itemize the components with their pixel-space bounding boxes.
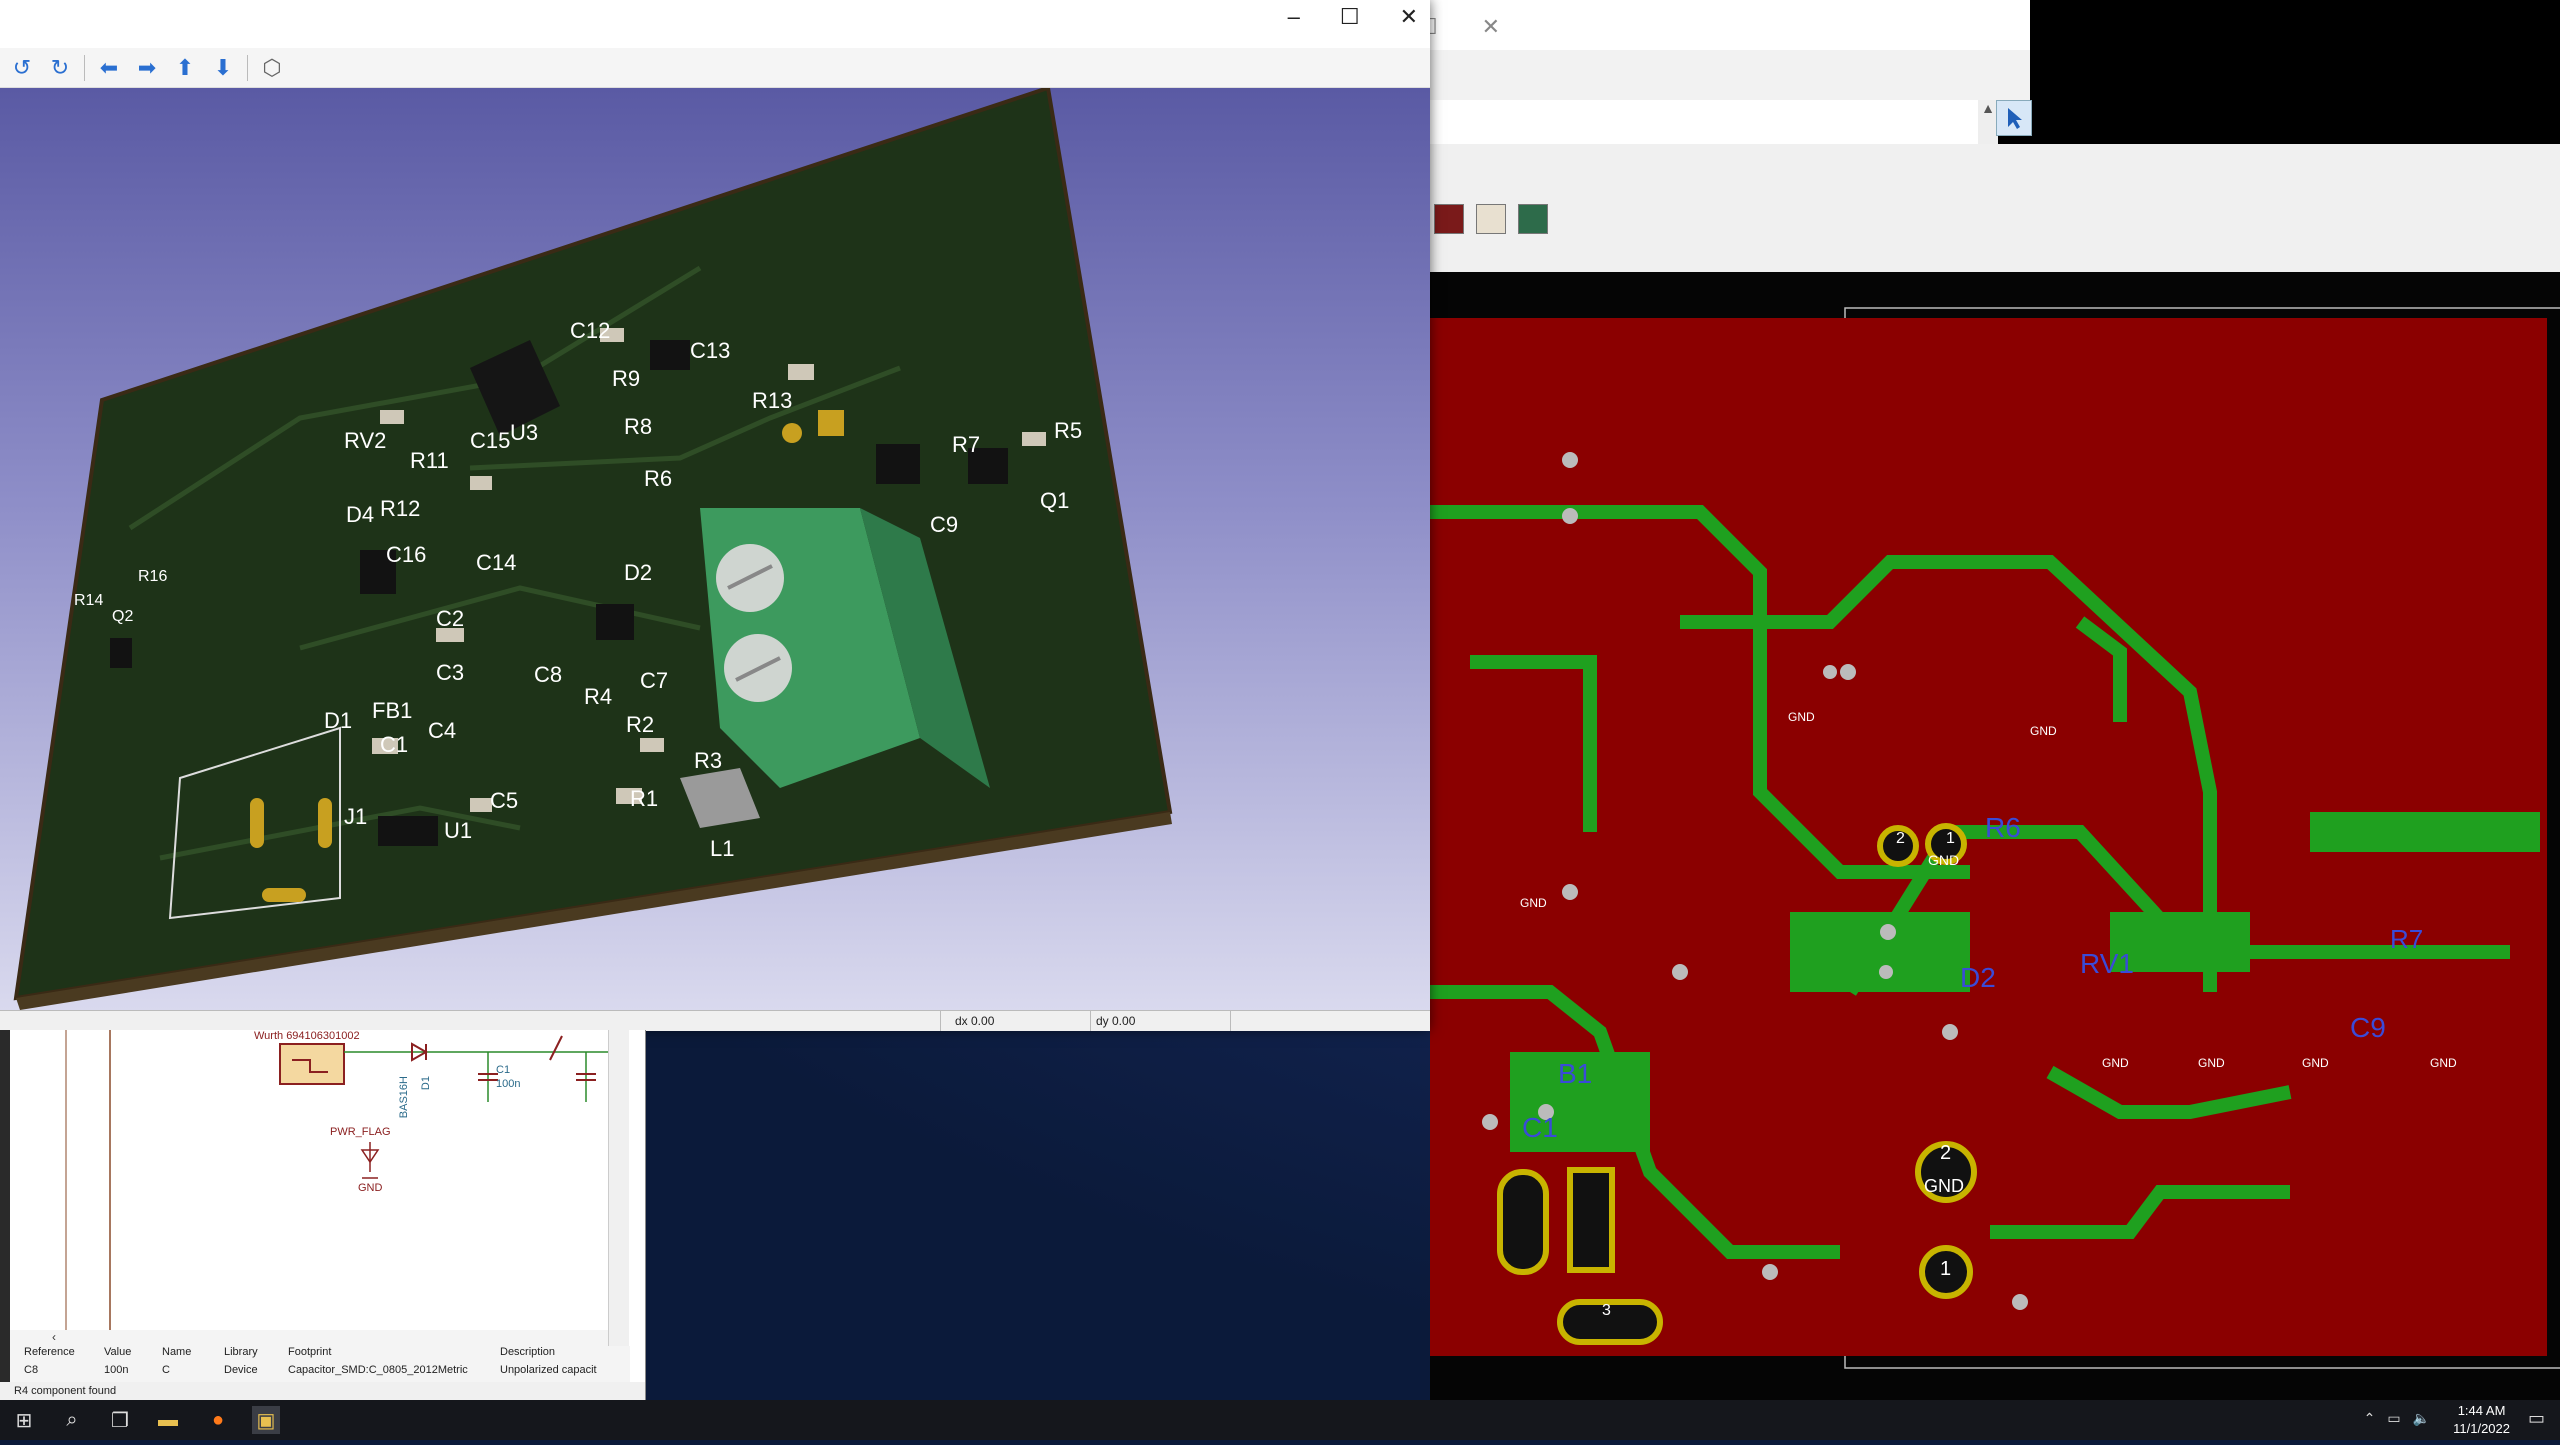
select-tool-button[interactable]	[1996, 100, 2032, 136]
info-value-name: C	[162, 1364, 170, 1376]
3d-viewer-canvas[interactable]: C12 C13 R9 R13 RV2 R11 C15 U3 R8 R7 R5 R…	[0, 88, 1430, 1010]
info-header-library: Library	[224, 1346, 258, 1358]
rotate-z-cw-icon[interactable]: ↻	[46, 54, 74, 82]
info-value-footprint: Capacitor_SMD:C_0805_2012Metric	[288, 1364, 468, 1376]
close-icon[interactable]: ✕	[1482, 14, 1500, 40]
chevron-up-icon[interactable]: ⌃	[2364, 1410, 2376, 1427]
info-value-description: Unpolarized capacit	[500, 1364, 597, 1376]
schematic-vertical-scrollbar[interactable]	[608, 1030, 629, 1350]
3d-viewer-statusbar: dx 0.00 dy 0.00	[0, 1010, 1430, 1031]
schematic-canvas[interactable]: Wurth 694106301002 BAS16H D1 C1 100n PWR…	[10, 1030, 608, 1338]
clock-date: 11/1/2022	[2453, 1421, 2510, 1436]
volume-icon[interactable]: 🔈	[2413, 1410, 2430, 1427]
info-value-value: 100n	[104, 1364, 129, 1376]
search-icon[interactable]: ⌕	[58, 1406, 86, 1434]
move-down-icon[interactable]: ⬇	[209, 54, 237, 82]
orthographic-toggle-icon[interactable]: ⬡	[258, 54, 286, 82]
clock[interactable]: 1:44 AM 11/1/2022	[2453, 1402, 2510, 1438]
clock-time: 1:44 AM	[2457, 1403, 2506, 1418]
connector-part-label: Wurth 694106301002	[254, 1030, 360, 1042]
info-header-footprint: Footprint	[288, 1346, 332, 1358]
schematic-drawing	[65, 1030, 608, 1330]
3d-board-render	[13, 88, 1173, 1010]
footprint-editor-icon[interactable]	[1434, 204, 1464, 234]
diode-ref: D1	[420, 1076, 432, 1091]
move-left-icon[interactable]: ⬅	[95, 54, 123, 82]
pcb-layout-drawing	[1430, 307, 2560, 1369]
info-header-value: Value	[104, 1346, 132, 1358]
scroll-left-icon[interactable]: ‹	[52, 1330, 56, 1344]
info-value-library: Device	[224, 1364, 258, 1376]
cursor-icon	[2008, 108, 2022, 129]
rotate-z-ccw-icon[interactable]: ↺	[8, 54, 36, 82]
pwr-flag-label: PWR_FLAG	[330, 1126, 391, 1138]
kicad-app-icon[interactable]: ▣	[252, 1406, 280, 1434]
schematic-status-text: R4 component found	[0, 1382, 645, 1400]
pcb-editor-titlebar: – ☐ ✕	[1362, 0, 2030, 50]
3d-viewer-window: – ☐ ✕ ↺ ↻ ⬅ ➡ ⬆ ⬇ ⬡ C12 C13 R9 R13 RV2 R…	[0, 0, 1430, 1031]
info-header-reference: Reference	[24, 1346, 75, 1358]
pcb-menubar	[1430, 50, 2030, 100]
cap-value: 100n	[496, 1078, 521, 1090]
start-icon[interactable]: ⊞	[10, 1406, 38, 1434]
scripting-console-icon[interactable]	[1518, 204, 1548, 234]
firefox-icon[interactable]: ●	[204, 1406, 232, 1434]
3d-viewer-titlebar: – ☐ ✕	[0, 0, 1430, 34]
dx-readout: dx 0.00	[955, 1014, 995, 1028]
taskbar: ⊞ ⌕ ❐ ▬ ● ▣ ⌃ ▭ 🔈 1:44 AM 11/1/2022 ▭	[0, 1400, 2560, 1440]
notification-icon[interactable]: ▭	[2528, 1408, 2552, 1432]
cap-ref: C1	[496, 1064, 511, 1076]
task-view-icon[interactable]: ❐	[106, 1406, 134, 1434]
info-header-description: Description	[500, 1346, 556, 1358]
system-tray: ⌃ ▭ 🔈	[2364, 1410, 2430, 1427]
pcb-toolbar	[1430, 144, 2560, 272]
pcb-filter-input[interactable]	[1430, 100, 1978, 145]
gnd-label: GND	[358, 1182, 383, 1194]
network-icon[interactable]: ▭	[2387, 1410, 2400, 1427]
3d-viewer-toolbar: ↺ ↻ ⬅ ➡ ⬆ ⬇ ⬡	[0, 48, 1430, 88]
schematic-editor-window: Wurth 694106301002 BAS16H D1 C1 100n PWR…	[0, 1030, 646, 1400]
netlist-icon[interactable]	[1476, 204, 1506, 234]
pcb-editor-window: – ☐ ✕ ▲	[1362, 0, 2560, 1400]
info-header-name: Name	[162, 1346, 192, 1358]
close-icon[interactable]: ✕	[1400, 4, 1418, 30]
file-explorer-icon[interactable]: ▬	[154, 1406, 182, 1434]
diode-value: BAS16H	[398, 1076, 410, 1119]
info-value-reference: C8	[24, 1364, 39, 1376]
maximize-icon[interactable]: ☐	[1340, 4, 1360, 30]
minimize-icon[interactable]: –	[1288, 4, 1300, 30]
schematic-horizontal-scrollbar[interactable]: ‹	[10, 1330, 608, 1346]
pcb-scroll-up[interactable]: ▲	[1978, 100, 1998, 144]
pcb-canvas[interactable]: R6 D2 RV1 B1 C1 R7 C9 GND GND GND GND GN…	[1430, 272, 2560, 1400]
move-right-icon[interactable]: ➡	[133, 54, 161, 82]
dy-readout: dy 0.00	[1096, 1014, 1136, 1028]
move-up-icon[interactable]: ⬆	[171, 54, 199, 82]
